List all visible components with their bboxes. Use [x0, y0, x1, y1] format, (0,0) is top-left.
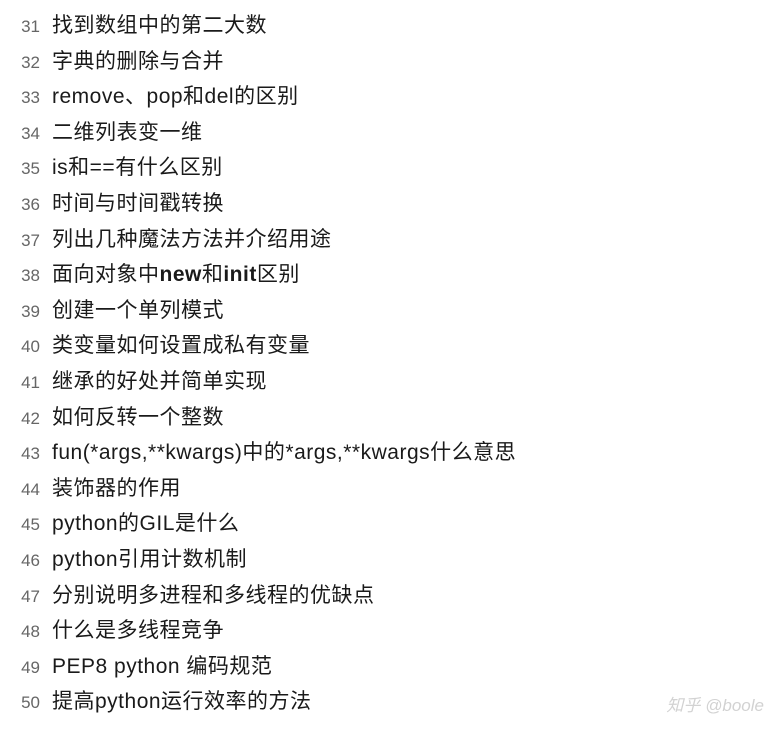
list-item: 50 提高python运行效率的方法	[0, 684, 782, 720]
item-number: 42	[0, 401, 40, 437]
item-number: 50	[0, 685, 40, 721]
item-number: 36	[0, 187, 40, 223]
item-number: 44	[0, 472, 40, 508]
item-number: 41	[0, 365, 40, 401]
item-text: fun(*args,**kwargs)中的*args,**kwargs什么意思	[52, 435, 516, 471]
list-item: 38 面向对象中new和init区别	[0, 257, 782, 293]
item-text: 继承的好处并简单实现	[52, 364, 267, 400]
item-text: remove、pop和del的区别	[52, 79, 299, 115]
item-number: 31	[0, 9, 40, 45]
list-item: 39 创建一个单列模式	[0, 293, 782, 329]
item-text: 字典的删除与合并	[52, 44, 224, 80]
item-text: python的GIL是什么	[52, 506, 239, 542]
item-number: 46	[0, 543, 40, 579]
item-text: 装饰器的作用	[52, 471, 181, 507]
item-number: 33	[0, 80, 40, 116]
item-number: 48	[0, 614, 40, 650]
item-text: 二维列表变一维	[52, 115, 203, 151]
item-number: 45	[0, 507, 40, 543]
item-text: python引用计数机制	[52, 542, 247, 578]
item-number: 34	[0, 116, 40, 152]
item-text: 类变量如何设置成私有变量	[52, 328, 310, 364]
item-number: 40	[0, 329, 40, 365]
item-text: 提高python运行效率的方法	[52, 684, 312, 720]
numbered-list: 31 找到数组中的第二大数 32 字典的删除与合并 33 remove、pop和del的区…	[0, 8, 782, 720]
item-text: 面向对象中new和init区别	[52, 257, 300, 293]
watermark-text: 知乎 @boole	[666, 691, 764, 716]
item-text: PEP8 python 编码规范	[52, 649, 272, 685]
list-item: 33 remove、pop和del的区别	[0, 79, 782, 115]
list-item: 49 PEP8 python 编码规范	[0, 649, 782, 685]
item-number: 32	[0, 45, 40, 81]
item-text: 创建一个单列模式	[52, 293, 224, 329]
item-number: 37	[0, 223, 40, 259]
item-number: 39	[0, 294, 40, 330]
list-item: 34 二维列表变一维	[0, 115, 782, 151]
item-number: 35	[0, 151, 40, 187]
list-item: 43 fun(*args,**kwargs)中的*args,**kwargs什么意…	[0, 435, 782, 471]
item-text: 找到数组中的第二大数	[52, 8, 267, 44]
item-number: 47	[0, 579, 40, 615]
item-number: 43	[0, 436, 40, 472]
item-text: 列出几种魔法方法并介绍用途	[52, 222, 332, 258]
item-text: 什么是多线程竞争	[52, 613, 224, 649]
list-item: 42 如何反转一个整数	[0, 400, 782, 436]
item-text: 分别说明多进程和多线程的优缺点	[52, 578, 375, 614]
list-item: 36 时间与时间戳转换	[0, 186, 782, 222]
item-number: 49	[0, 650, 40, 686]
list-item: 35 is和==有什么区别	[0, 150, 782, 186]
item-text: is和==有什么区别	[52, 150, 223, 186]
item-number: 38	[0, 258, 40, 294]
list-item: 46 python引用计数机制	[0, 542, 782, 578]
item-text: 如何反转一个整数	[52, 400, 224, 436]
list-item: 48 什么是多线程竞争	[0, 613, 782, 649]
list-item: 44 装饰器的作用	[0, 471, 782, 507]
list-item: 47 分别说明多进程和多线程的优缺点	[0, 578, 782, 614]
list-item: 31 找到数组中的第二大数	[0, 8, 782, 44]
list-item: 45 python的GIL是什么	[0, 506, 782, 542]
list-item: 40 类变量如何设置成私有变量	[0, 328, 782, 364]
list-item: 41 继承的好处并简单实现	[0, 364, 782, 400]
item-text: 时间与时间戳转换	[52, 186, 224, 222]
list-item: 37 列出几种魔法方法并介绍用途	[0, 222, 782, 258]
list-item: 32 字典的删除与合并	[0, 44, 782, 80]
